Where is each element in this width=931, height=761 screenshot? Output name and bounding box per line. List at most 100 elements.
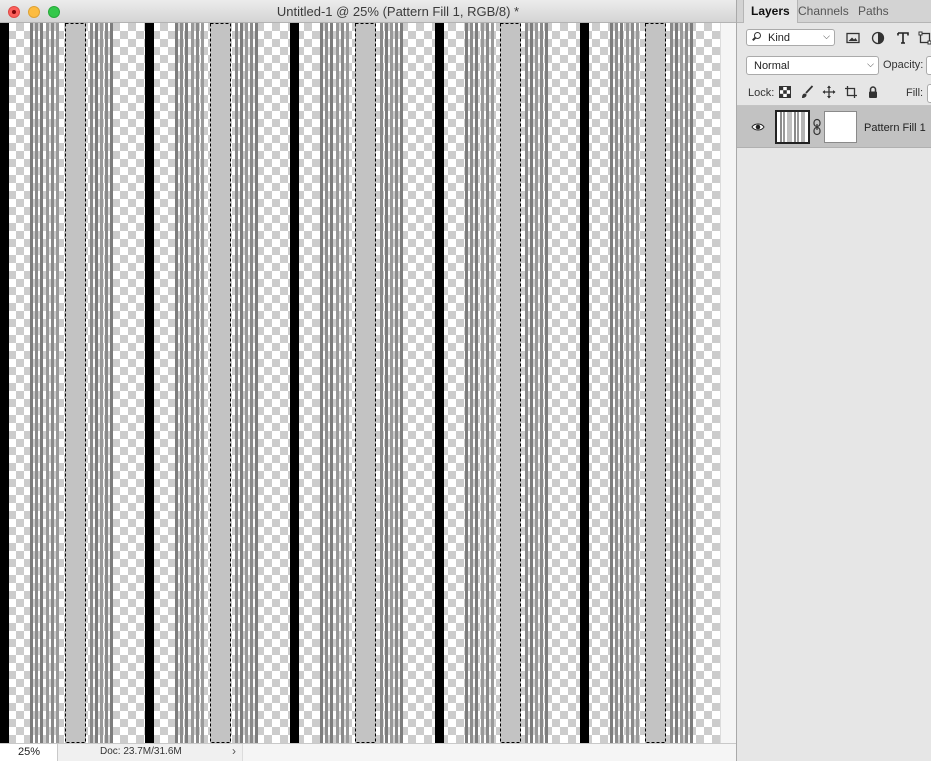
gray-stripe [56,23,59,743]
pattern-fill-thumbnail[interactable] [775,110,810,144]
gray-stripe [481,23,484,743]
light-stripe [355,23,376,743]
black-stripe [290,23,299,743]
gray-stripe [330,23,333,743]
gray-stripe [636,23,639,743]
lock-image-icon[interactable] [800,85,814,99]
pattern-thumbnail-preview [777,112,808,142]
black-stripe [580,23,589,743]
panel-tab-bar: Layers Channels Paths [737,0,931,23]
blend-mode-select[interactable]: Normal ⌵ [746,56,879,75]
light-stripe [645,23,666,743]
gray-stripe [185,23,188,743]
tab-channels[interactable]: Channels [791,0,856,22]
horizontal-scrollbar[interactable] [242,744,736,761]
adjustment-filter-icon[interactable] [871,31,885,45]
gray-stripe [685,23,688,743]
gray-stripe [201,23,204,743]
gray-stripe [191,23,194,743]
fill-input[interactable] [927,84,931,103]
gray-stripe [491,23,494,743]
gray-stripe [325,23,328,743]
vertical-scrollbar[interactable] [720,23,736,743]
layers-panel: Layers Channels Paths Kind ⌵ Normal ⌵ Op… [737,0,931,761]
document-titlebar[interactable]: Untitled-1 @ 25% (Pattern Fill 1, RGB/8)… [0,0,736,23]
gray-stripe [465,23,468,743]
gray-stripe [90,23,93,743]
document-window: Untitled-1 @ 25% (Pattern Fill 1, RGB/8)… [0,0,737,761]
status-bar: 25% Doc: 23.7M/31.6M › [0,743,736,761]
gray-stripe [100,23,103,743]
pattern-fill-canvas[interactable] [0,23,720,743]
gray-stripe [395,23,398,743]
zoom-level-field[interactable]: 25% [0,744,58,761]
opacity-label: Opacity: [883,59,924,71]
lock-position-icon[interactable] [822,85,836,99]
gray-stripe [530,23,533,743]
tab-layers[interactable]: Layers [743,0,798,23]
gray-stripe [341,23,344,743]
gray-stripe [255,23,258,743]
gray-stripe [620,23,623,743]
gray-stripe [535,23,538,743]
fill-label: Fill: [906,87,924,99]
gray-stripe [175,23,178,743]
gray-stripe [235,23,238,743]
gray-stripe [35,23,38,743]
gray-stripe [631,23,634,743]
gray-stripe [390,23,393,743]
gray-stripe [51,23,54,743]
gray-stripe [110,23,113,743]
light-stripe [500,23,521,743]
gray-stripe [95,23,98,743]
gray-stripe [690,23,693,743]
light-stripe [210,23,231,743]
gray-stripe [675,23,678,743]
type-filter-icon[interactable] [896,31,910,45]
link-icon[interactable] [812,118,822,136]
layer-filter-select[interactable]: Kind ⌵ [746,29,835,46]
zoom-window-button[interactable] [48,6,60,18]
black-stripe [145,23,154,743]
gray-stripe [336,23,339,743]
document-size-info[interactable]: Doc: 23.7M/31.6M [100,746,182,757]
tab-paths[interactable]: Paths [851,0,896,22]
chevron-down-icon: ⌵ [867,59,874,69]
canvas[interactable] [0,23,720,743]
opacity-input[interactable] [926,56,931,75]
gray-stripe [540,23,543,743]
gray-stripe [196,23,199,743]
gray-stripe [105,23,108,743]
black-stripe [435,23,444,743]
gray-stripe [346,23,349,743]
chevron-down-icon: ⌵ [823,31,830,41]
gray-stripe [610,23,613,743]
blend-mode-value: Normal [754,60,790,72]
status-menu-arrow[interactable]: › [232,744,236,758]
close-window-button[interactable] [8,6,20,18]
shape-filter-icon[interactable] [918,31,931,45]
gray-stripe [525,23,528,743]
gray-stripe [180,23,183,743]
lock-transparent-icon[interactable] [778,85,792,99]
gray-stripe [670,23,673,743]
layer-mask-thumbnail[interactable] [824,111,857,143]
gray-stripe [486,23,489,743]
image-filter-icon[interactable] [846,31,860,45]
search-icon [754,32,761,39]
visibility-eye-icon[interactable] [751,122,765,132]
gray-stripe [400,23,403,743]
gray-stripe [615,23,618,743]
lock-all-icon[interactable] [866,85,880,99]
gray-stripe [385,23,388,743]
gray-stripe [626,23,629,743]
gray-stripe [250,23,253,743]
layer-name[interactable]: Pattern Fill 1 [864,122,926,134]
gray-stripe [245,23,248,743]
lock-artboard-icon[interactable] [844,85,858,99]
gray-stripe [40,23,43,743]
minimize-window-button[interactable] [28,6,40,18]
light-stripe [65,23,86,743]
layer-row-pattern-fill-1[interactable]: Pattern Fill 1 [737,106,931,148]
document-title: Untitled-1 @ 25% (Pattern Fill 1, RGB/8)… [276,4,520,19]
